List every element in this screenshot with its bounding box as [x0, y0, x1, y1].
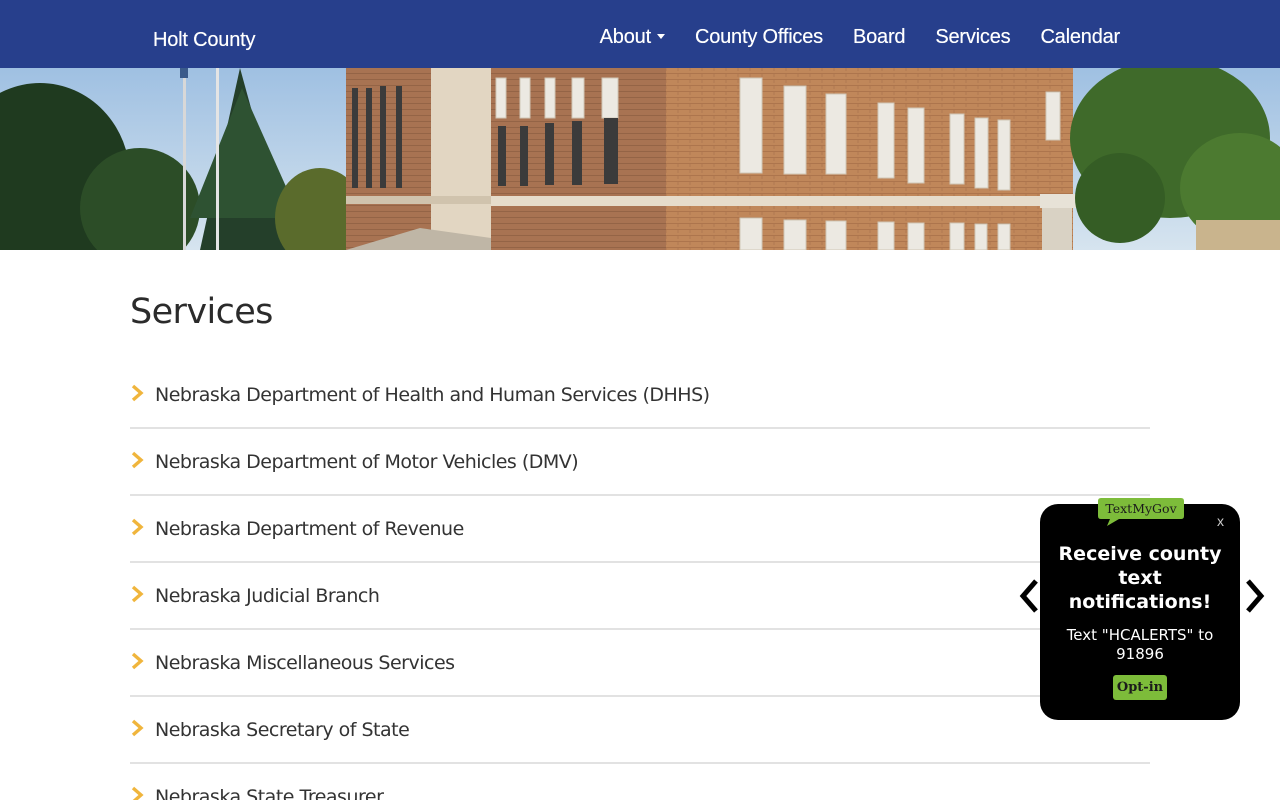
chevron-right-icon — [131, 652, 144, 670]
list-item[interactable]: Nebraska Department of Health and Human … — [130, 362, 1150, 429]
top-navbar: Holt County About County Offices Board S… — [0, 0, 1280, 68]
service-link[interactable]: Nebraska State Treasurer — [155, 786, 384, 800]
nav-item-county-offices[interactable]: County Offices — [695, 26, 823, 49]
page-title: Services — [130, 292, 273, 332]
service-link[interactable]: Nebraska Secretary of State — [155, 719, 410, 741]
list-item[interactable]: Nebraska Department of Motor Vehicles (D… — [130, 429, 1150, 496]
chevron-right-icon — [131, 786, 144, 800]
list-item[interactable]: Nebraska State Treasurer — [130, 764, 1150, 800]
nav-item-calendar[interactable]: Calendar — [1040, 26, 1120, 49]
service-link[interactable]: Nebraska Department of Revenue — [155, 518, 464, 540]
popup-heading: Receive county text notifications! — [1058, 543, 1222, 613]
chevron-right-icon — [131, 384, 144, 402]
service-link[interactable]: Nebraska Miscellaneous Services — [155, 652, 455, 674]
list-item[interactable]: Nebraska Secretary of State — [130, 697, 1150, 764]
chevron-left-icon[interactable] — [1018, 578, 1042, 614]
chevron-right-icon — [131, 585, 144, 603]
textmygov-popup: x Receive county text notifications! Tex… — [1040, 504, 1240, 720]
services-list: Nebraska Department of Health and Human … — [130, 362, 1150, 800]
chevron-right-icon — [131, 719, 144, 737]
list-item[interactable]: Nebraska Judicial Branch — [130, 563, 1150, 630]
nav-item-board[interactable]: Board — [853, 26, 906, 49]
list-item[interactable]: Nebraska Miscellaneous Services — [130, 630, 1150, 697]
main-nav: About County Offices Board Services Cale… — [600, 26, 1121, 49]
opt-in-button[interactable]: Opt-in — [1113, 675, 1167, 700]
service-link[interactable]: Nebraska Department of Health and Human … — [155, 384, 710, 406]
chevron-right-icon[interactable] — [1242, 578, 1266, 614]
nav-item-about[interactable]: About — [600, 26, 665, 49]
service-link[interactable]: Nebraska Department of Motor Vehicles (D… — [155, 451, 579, 473]
list-item[interactable]: Nebraska Department of Revenue — [130, 496, 1150, 563]
close-button[interactable]: x — [1217, 513, 1224, 529]
nav-about-label: About — [599, 26, 651, 48]
textmygov-logo-icon: TextMyGov — [1098, 498, 1184, 526]
popup-instructions: Text "HCALERTS" to 91896 — [1066, 626, 1214, 663]
hero-courthouse-image — [0, 68, 1280, 250]
textmygov-badge-label: TextMyGov — [1105, 501, 1177, 516]
chevron-right-icon — [131, 518, 144, 536]
caret-down-icon — [656, 33, 665, 39]
chevron-right-icon — [131, 451, 144, 469]
service-link[interactable]: Nebraska Judicial Branch — [155, 585, 380, 607]
nav-item-services[interactable]: Services — [935, 26, 1010, 49]
site-brand[interactable]: Holt County — [153, 29, 255, 52]
